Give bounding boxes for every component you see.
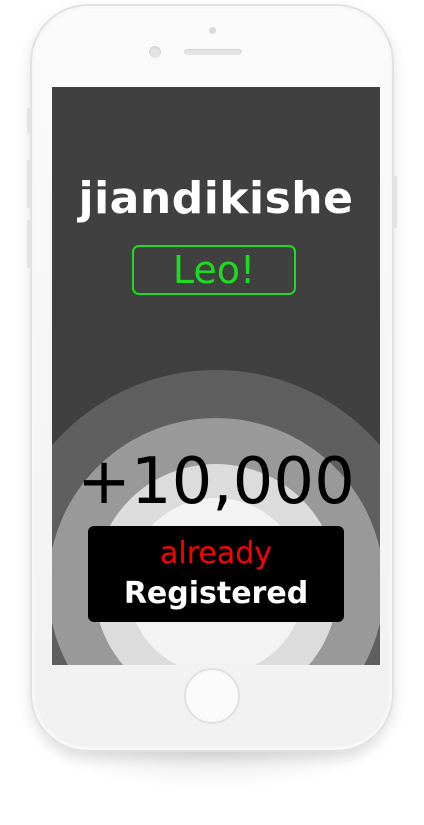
name-tag-label: Leo! [172, 248, 256, 292]
brand-title: jiandikishe [78, 173, 354, 224]
volume-up-button [27, 160, 30, 208]
front-camera-icon [149, 46, 161, 58]
front-camera-dot [209, 27, 216, 34]
status-line-already: already [159, 536, 273, 571]
name-tag-box: Leo! [132, 245, 296, 295]
home-button[interactable] [184, 668, 240, 724]
registered-status-box: already Registered [88, 526, 344, 622]
registered-count: +10,000 [77, 445, 355, 519]
phone-screen: jiandikishe Leo! +10,000 already Registe… [52, 87, 380, 665]
volume-down-button [27, 220, 30, 268]
power-button [394, 176, 397, 228]
status-line-registered: Registered [123, 576, 309, 611]
earpiece-speaker [184, 49, 242, 55]
silent-switch [27, 108, 30, 134]
